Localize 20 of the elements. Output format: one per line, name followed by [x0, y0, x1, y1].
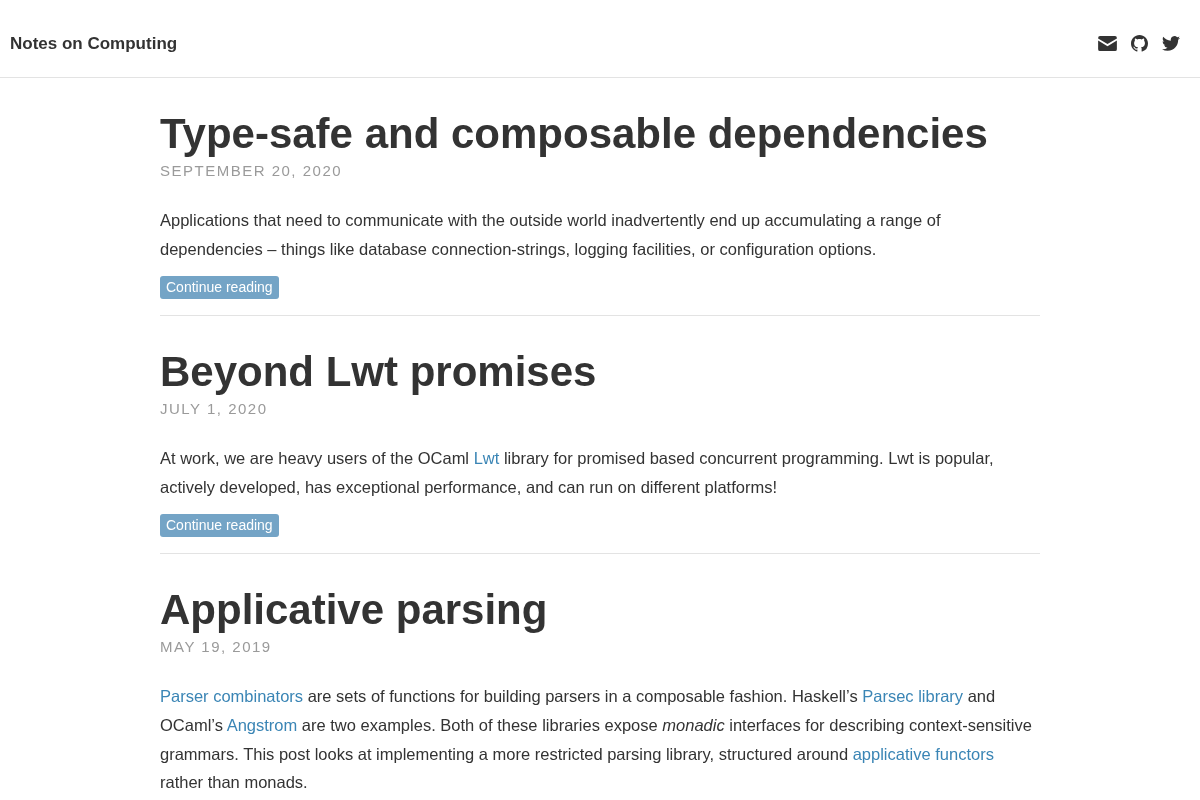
post-date: MAY 19, 2019	[160, 637, 273, 658]
post-title[interactable]: Type-safe and composable dependencies	[160, 110, 988, 157]
post-date: JULY 1, 2020	[160, 399, 269, 420]
text-link[interactable]: Parsec library	[862, 687, 964, 706]
text-link[interactable]: Angstrom	[226, 715, 298, 734]
post-summary: Applications that need to communicate with the outside world inadvertently end up accumulating a range of dependencies – things like database connection-strings, logging facilities, or configuration options.	[160, 210, 942, 260]
text-link[interactable]: Lwt	[473, 449, 500, 468]
text-link[interactable]: Parser combinators	[160, 687, 304, 706]
post-title[interactable]: Applicative parsing	[160, 586, 548, 634]
post-date: SEPTEMBER 20, 2020	[160, 161, 344, 181]
cat-logo-icon[interactable]	[1131, 35, 1148, 52]
post-summary: Parser combinators are sets of functions for building parsers in a composable fashion. Haskell’s Parsec library and OCaml’s Angstrom are two examples. Both of these libraries expose monadic interfaces for describing context-sensitive grammars. This post looks at implementing a more restricted parsing library, structured around applicative functors rather than monads.	[160, 686, 1033, 794]
envelope-icon[interactable]	[1098, 36, 1117, 51]
post-title[interactable]: Beyond Lwt promises	[160, 348, 597, 396]
site-title[interactable]: Notes on Computing	[10, 33, 178, 54]
post-summary: At work, we are heavy users of the OCaml Lwt library for promised based concurrent programming. Lwt is popular, actively developed, has exceptional performance, and can run on different platforms!	[160, 448, 995, 498]
continue-reading-button[interactable]: Continue reading	[160, 276, 279, 300]
text-link[interactable]: applicative functors	[852, 744, 994, 763]
bird-icon[interactable]	[1162, 36, 1180, 51]
continue-reading-button[interactable]: Continue reading	[160, 514, 279, 538]
